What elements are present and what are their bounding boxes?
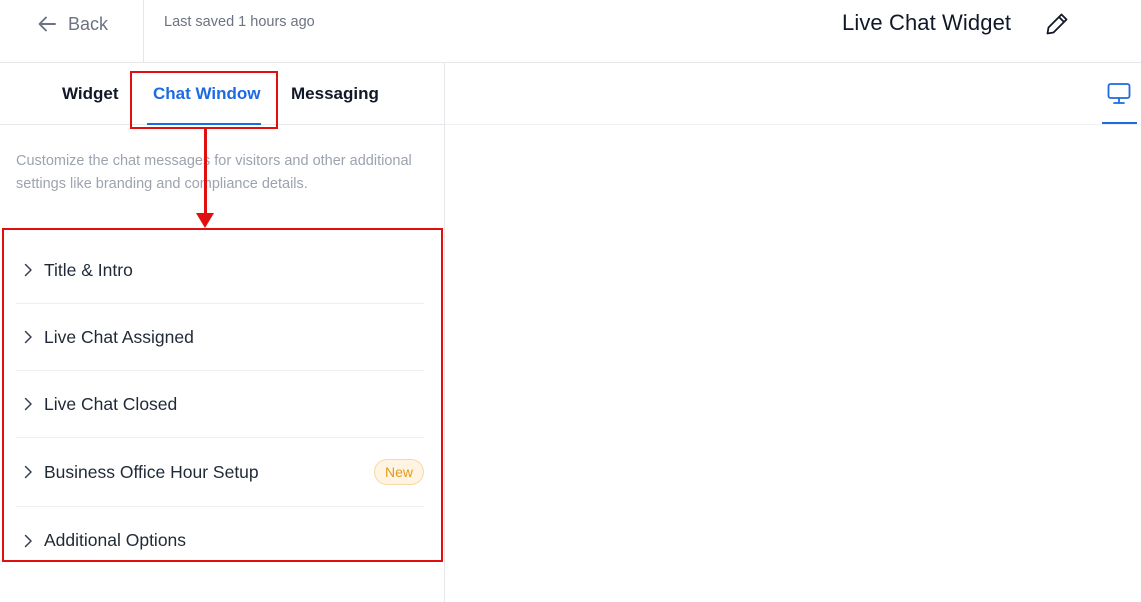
- back-label: Back: [68, 13, 109, 34]
- header-divider: [143, 0, 144, 63]
- tab-widget[interactable]: Widget: [62, 84, 119, 104]
- accordion-item-label: Additional Options: [44, 530, 187, 550]
- back-button[interactable]: Back: [36, 11, 108, 37]
- accordion-item-live-chat-closed[interactable]: Live Chat Closed: [16, 371, 424, 438]
- preview-panel: [445, 63, 1141, 602]
- desktop-icon[interactable]: [1106, 82, 1132, 106]
- chevron-right-icon: [24, 534, 32, 547]
- chevron-right-icon: [24, 397, 32, 411]
- new-badge: New: [373, 459, 424, 485]
- accordion-item-label: Live Chat Closed: [44, 393, 178, 414]
- accordion-list: Title & Intro Live Chat Assigned Live Ch…: [16, 237, 424, 574]
- accordion-item-label: Business Office Hour Setup: [44, 461, 259, 482]
- accordion-item-additional-options[interactable]: Additional Options: [16, 507, 424, 574]
- settings-panel: Widget Chat Window Messaging Customize t…: [0, 63, 445, 602]
- last-saved-text: Last saved 1 hours ago: [164, 14, 315, 30]
- page: Back Last saved 1 hours ago Live Chat Wi…: [0, 0, 1141, 602]
- annotation-arrow-line: [204, 129, 207, 225]
- chevron-right-icon: [24, 330, 32, 344]
- chevron-right-icon: [24, 263, 32, 277]
- active-device-indicator: [1102, 122, 1137, 124]
- top-header: Back Last saved 1 hours ago Live Chat Wi…: [0, 0, 1141, 63]
- pencil-icon[interactable]: [1044, 11, 1070, 37]
- accordion-item-label: Live Chat Assigned: [44, 326, 194, 347]
- tab-chat-window[interactable]: Chat Window: [153, 84, 261, 104]
- settings-tabs: Widget Chat Window Messaging: [0, 63, 444, 129]
- tab-messaging[interactable]: Messaging: [291, 84, 379, 104]
- panel-description: Customize the chat messages for visitors…: [16, 153, 412, 192]
- chevron-right-icon: [24, 465, 32, 479]
- widget-title: Live Chat Widget: [842, 10, 1012, 35]
- annotation-arrow-head: [196, 213, 214, 228]
- accordion-item-business-office-hour-setup[interactable]: Business Office Hour Setup New: [16, 438, 424, 507]
- preview-device-bar: [445, 63, 1141, 125]
- accordion-item-label: Title & Intro: [44, 259, 133, 280]
- active-tab-indicator: [147, 123, 261, 125]
- accordion-item-title-intro[interactable]: Title & Intro: [16, 237, 424, 304]
- arrow-left-icon: [38, 16, 56, 32]
- accordion-item-live-chat-assigned[interactable]: Live Chat Assigned: [16, 304, 424, 371]
